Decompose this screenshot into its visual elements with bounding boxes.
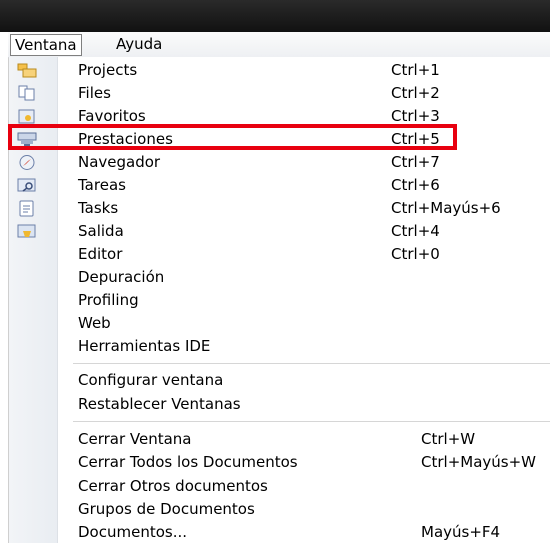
menu-item-label: Salida bbox=[78, 222, 124, 240]
menu-item-navegador[interactable]: Navegador Ctrl+7 bbox=[9, 151, 550, 174]
projects-icon bbox=[17, 62, 37, 79]
menu-item-label: Tareas bbox=[78, 176, 126, 194]
menu-item-cerrar-ventana[interactable]: Cerrar Ventana Ctrl+W bbox=[9, 428, 550, 451]
menu-item-label: Files bbox=[78, 84, 111, 102]
red-highlight-box bbox=[8, 124, 457, 150]
menu-item-label: Navegador bbox=[78, 153, 161, 171]
window-left-edge bbox=[0, 32, 8, 543]
navigator-icon bbox=[17, 154, 37, 171]
menu-item-configurar-ventana[interactable]: Configurar ventana bbox=[9, 369, 550, 392]
menu-item-grupos-documentos[interactable]: Grupos de Documentos bbox=[9, 498, 550, 521]
menu-separator bbox=[73, 363, 550, 364]
menu-ventana[interactable]: Ventana bbox=[10, 34, 82, 56]
menu-item-label: Documentos... bbox=[78, 523, 188, 541]
menu-item-web[interactable]: Web bbox=[9, 312, 550, 335]
menu-item-shortcut: Ctrl+2 bbox=[391, 84, 440, 102]
window-titlebar bbox=[0, 0, 550, 32]
menu-item-shortcut: Mayús+F4 bbox=[421, 523, 501, 541]
menu-item-shortcut: Ctrl+1 bbox=[391, 61, 440, 79]
menu-item-shortcut: Ctrl+W bbox=[421, 430, 476, 448]
menu-item-label: Tasks bbox=[78, 199, 119, 217]
menu-item-profiling[interactable]: Profiling bbox=[9, 289, 550, 312]
menu-item-herramientas-ide[interactable]: Herramientas IDE bbox=[9, 335, 550, 358]
files-icon bbox=[17, 85, 37, 102]
menu-item-files[interactable]: Files Ctrl+2 bbox=[9, 82, 550, 105]
tasks-search-icon bbox=[17, 177, 37, 194]
menu-item-shortcut: Ctrl+Mayús+W bbox=[421, 453, 536, 471]
menu-item-label: Grupos de Documentos bbox=[78, 500, 255, 518]
menu-ayuda[interactable]: Ayuda bbox=[112, 34, 166, 54]
menu-item-label: Herramientas IDE bbox=[78, 337, 211, 355]
output-icon bbox=[17, 223, 37, 240]
favorites-icon bbox=[17, 108, 37, 125]
menu-item-label: Cerrar Todos los Documentos bbox=[78, 453, 298, 471]
menu-item-depuracion[interactable]: Depuración bbox=[9, 266, 550, 289]
menu-item-label: Restablecer Ventanas bbox=[78, 395, 241, 413]
menu-item-shortcut: Ctrl+0 bbox=[391, 245, 440, 263]
menu-item-shortcut: Ctrl+4 bbox=[391, 222, 440, 240]
menu-item-shortcut: Ctrl+6 bbox=[391, 176, 440, 194]
menu-item-label: Editor bbox=[78, 245, 123, 263]
menu-item-restablecer-ventanas[interactable]: Restablecer Ventanas bbox=[9, 393, 550, 416]
menu-item-shortcut: Ctrl+7 bbox=[391, 153, 440, 171]
menu-item-label: Projects bbox=[78, 61, 138, 79]
menu-separator bbox=[73, 421, 550, 422]
menu-item-editor[interactable]: Editor Ctrl+0 bbox=[9, 243, 550, 266]
menu-item-label: Cerrar Ventana bbox=[78, 430, 192, 448]
menu-item-label: Configurar ventana bbox=[78, 371, 224, 389]
menu-item-label: Web bbox=[78, 314, 111, 332]
menu-item-cerrar-todos[interactable]: Cerrar Todos los Documentos Ctrl+Mayús+W bbox=[9, 451, 550, 474]
menu-item-label: Profiling bbox=[78, 291, 139, 309]
menu-bar: Ventana Ayuda bbox=[8, 32, 550, 58]
menu-item-salida[interactable]: Salida Ctrl+4 bbox=[9, 220, 550, 243]
menu-item-tareas[interactable]: Tareas Ctrl+6 bbox=[9, 174, 550, 197]
menu-item-cerrar-otros[interactable]: Cerrar Otros documentos bbox=[9, 475, 550, 498]
menu-item-shortcut: Ctrl+Mayús+6 bbox=[391, 199, 501, 217]
menu-item-projects[interactable]: Projects Ctrl+1 bbox=[9, 59, 550, 82]
menu-item-documentos[interactable]: Documentos... Mayús+F4 bbox=[9, 521, 550, 544]
menu-item-tasks[interactable]: Tasks Ctrl+Mayús+6 bbox=[9, 197, 550, 220]
menu-item-label: Cerrar Otros documentos bbox=[78, 477, 268, 495]
tasks-list-icon bbox=[17, 200, 37, 217]
menu-item-label: Depuración bbox=[78, 268, 165, 286]
